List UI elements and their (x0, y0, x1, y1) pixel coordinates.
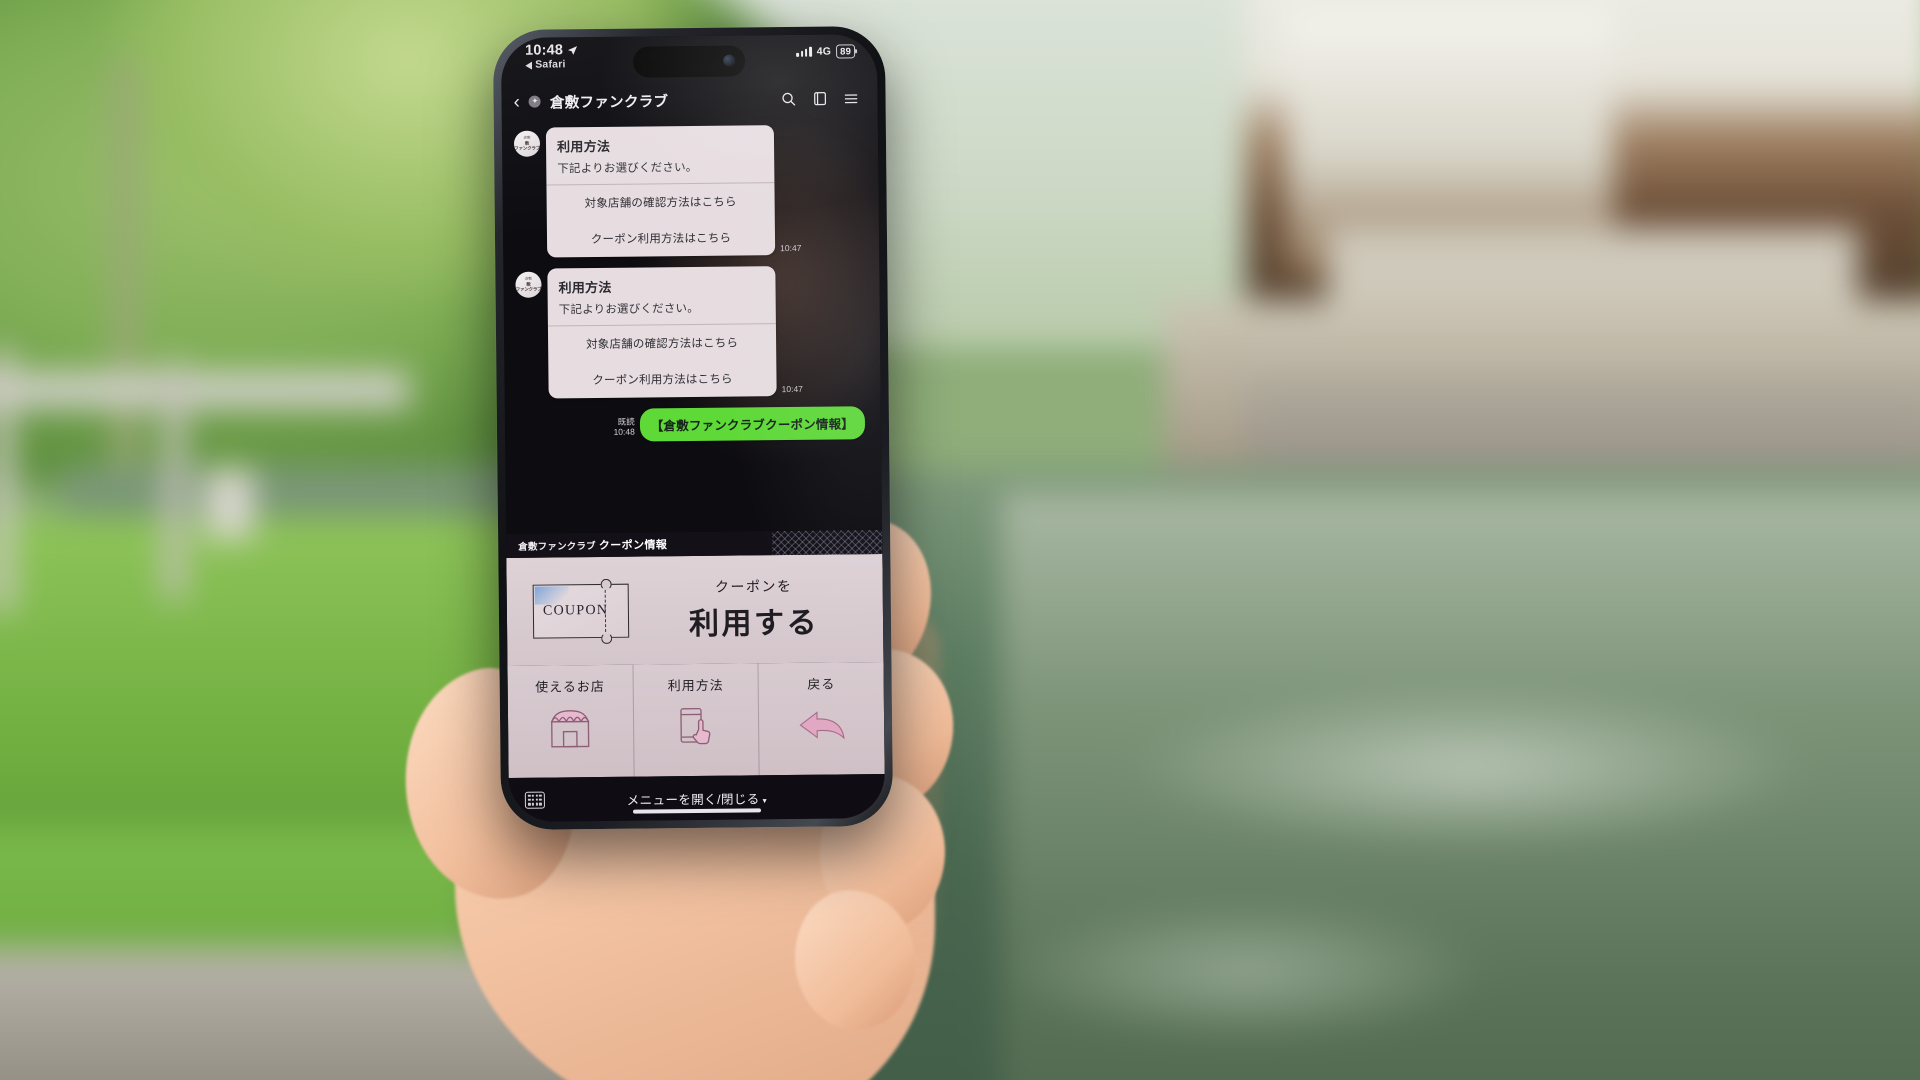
smartphone-device: 10:48 Safari 4G 89 ‹ ✦ 倉敷ファンクラブ 倉敷 敷 ファン… (492, 25, 894, 831)
hamburger-menu-icon[interactable] (839, 87, 861, 109)
ticket-label: COUPON (542, 602, 609, 619)
bubble-subtitle: 下記よりお選びください。 (557, 161, 698, 176)
storefront-icon (545, 705, 595, 752)
message-timestamp: 10:47 (781, 383, 803, 395)
hero-line-1: クーポンを (714, 579, 793, 596)
chat-message-list[interactable]: 倉敷 敷 ファンクラブ 利用方法 下記よりお選びください。 対象店舗の確認方法は… (502, 118, 882, 534)
chat-title: 倉敷ファンクラブ (549, 93, 669, 111)
notes-icon[interactable] (808, 88, 830, 110)
avatar[interactable]: 倉敷 敷 ファンクラブ (513, 130, 541, 157)
received-message-bubble[interactable]: 利用方法 下記よりお選びください。 対象店舗の確認方法はこちら クーポン利用方法… (545, 125, 776, 258)
dynamic-island (633, 45, 746, 78)
network-type-label: 4G (816, 45, 832, 58)
read-receipt-label: 既読 (617, 416, 635, 427)
strip-heading: クーポン情報 (598, 539, 668, 552)
decorative-pattern (772, 530, 883, 556)
menu-button-label: 利用方法 (667, 677, 724, 694)
phone-tap-icon (671, 704, 721, 751)
bubble-title: 利用方法 (558, 279, 612, 296)
sent-message-row: 既読 10:48 【倉敷ファンクラブクーポン情報】 (517, 406, 867, 443)
battery-indicator: 89 (836, 44, 856, 59)
bubble-action-coupon-usage[interactable]: クーポン利用方法はこちら (548, 360, 776, 398)
rich-menu-buttons: 使えるお店 利用方法 戻る (507, 662, 885, 778)
back-to-safari-button[interactable]: Safari (525, 58, 566, 71)
hero-line-2: 利用する (688, 606, 820, 642)
bubble-action-store-check[interactable]: 対象店舗の確認方法はこちら (546, 183, 774, 221)
sent-message-bubble[interactable]: 【倉敷ファンクラブクーポン情報】 (639, 406, 866, 442)
rich-menu-strip: 倉敷ファンクラブ クーポン情報 (506, 530, 883, 558)
strip-brand: 倉敷ファンクラブ (518, 541, 596, 553)
menu-button-back[interactable]: 戻る (757, 662, 885, 776)
received-message-bubble[interactable]: 利用方法 下記よりお選びください。 対象店舗の確認方法はこちら クーポン利用方法… (547, 266, 777, 399)
avatar-line-3: ファンクラブ (515, 286, 542, 292)
phone-screen: 10:48 Safari 4G 89 ‹ ✦ 倉敷ファンクラブ 倉敷 敷 ファン… (500, 34, 886, 822)
message-timestamp: 10:47 (780, 242, 802, 254)
bubble-action-coupon-usage[interactable]: クーポン利用方法はこちら (547, 219, 775, 257)
bubble-action-store-check[interactable]: 対象店舗の確認方法はこちら (548, 324, 776, 362)
avatar-line-3: ファンクラブ (514, 145, 540, 151)
search-icon[interactable] (777, 88, 799, 110)
cellular-bars-icon (796, 46, 812, 57)
message-row: 倉敷 敷 ファンクラブ 利用方法 下記よりお選びください。 対象店舗の確認方法は… (515, 265, 866, 399)
location-arrow-icon (568, 46, 578, 55)
message-row: 倉敷 敷 ファンクラブ 利用方法 下記よりお選びください。 対象店舗の確認方法は… (513, 124, 865, 258)
status-time: 10:48 (524, 42, 564, 59)
back-arrow-icon (797, 702, 847, 749)
bubble-title: 利用方法 (556, 138, 611, 155)
menu-button-stores[interactable]: 使えるお店 (507, 665, 633, 778)
menu-button-label: 戻る (807, 676, 836, 692)
coupon-ticket-icon: COUPON (532, 578, 630, 644)
keyboard-icon[interactable] (524, 791, 545, 809)
sent-timestamp: 10:48 (613, 426, 635, 438)
back-triangle-icon (525, 61, 533, 70)
rich-menu: 倉敷ファンクラブ クーポン情報 COUPON クーポンを 利用する 使えるお店 … (506, 530, 885, 778)
bubble-subtitle: 下記よりお選びください。 (558, 302, 699, 317)
menu-toggle-text: メニューを開く/閉じる (626, 791, 760, 808)
menu-toggle-bar[interactable]: メニューを開く/閉じる ▾ (508, 774, 886, 822)
avatar[interactable]: 倉敷 敷 ファンクラブ (515, 271, 542, 298)
menu-button-label: 使えるお店 (535, 678, 605, 695)
back-app-label: Safari (535, 58, 566, 71)
official-account-star-icon: ✦ (528, 95, 541, 108)
status-time-group: 10:48 (524, 42, 578, 59)
chat-header: ‹ ✦ 倉敷ファンクラブ (501, 78, 877, 122)
coupon-hero-button[interactable]: COUPON クーポンを 利用する (506, 554, 884, 666)
menu-button-howto[interactable]: 利用方法 (632, 663, 759, 777)
chevron-left-icon[interactable]: ‹ (513, 91, 520, 112)
chevron-down-icon: ▾ (762, 795, 768, 805)
menu-toggle-label[interactable]: メニューを開く/閉じる ▾ (555, 787, 839, 809)
